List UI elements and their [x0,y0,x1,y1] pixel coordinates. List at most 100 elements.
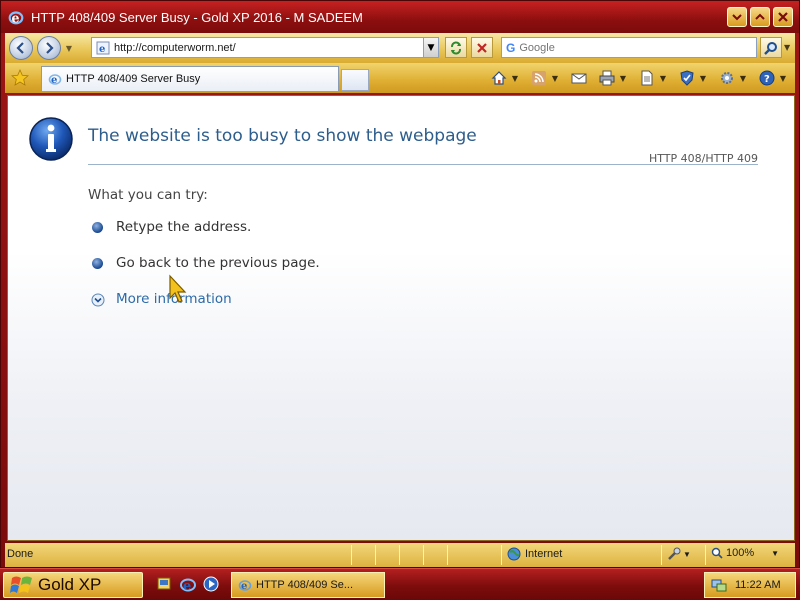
forward-button[interactable] [37,36,61,60]
title-bar[interactable]: e HTTP 408/409 Server Busy - Gold XP 201… [1,1,799,33]
windows-logo-icon [10,576,32,593]
taskbar-window-button[interactable]: e HTTP 408/409 Se... [231,572,385,598]
arrow-right-icon [46,42,54,54]
refresh-button[interactable] [445,37,467,58]
clock[interactable]: 11:22 AM [735,579,781,591]
tab-bar: e HTTP 408/409 Server Busy ▼ ▼ ▼ ▼ ▼ ▼ ?… [5,63,795,93]
print-button[interactable] [597,68,617,88]
mouse-cursor-icon [169,274,187,303]
maximize-icon [755,13,765,20]
print-dropdown[interactable]: ▼ [617,74,629,83]
svg-text:e: e [51,75,57,86]
taskbar: Gold XP e e HTTP 408/409 Se... 11:22 AM [0,568,800,600]
taskbar-window-label: HTTP 408/409 Se... [256,579,354,591]
page-menu-button[interactable] [637,68,657,88]
svg-text:e: e [183,579,191,593]
zoom-icon [711,547,723,559]
tab-active[interactable]: e HTTP 408/409 Server Busy [41,66,339,91]
search-options-dropdown[interactable]: ▼ [784,43,790,52]
address-dropdown[interactable]: ▼ [423,38,438,57]
page-icon [641,70,653,86]
svg-text:e: e [241,581,247,592]
google-icon: G [506,40,516,55]
new-tab-button[interactable] [341,69,369,91]
zoom-control[interactable]: 100% ▼ [711,547,779,559]
title-divider [88,164,758,165]
ie-page-icon: e [48,74,62,86]
ie-quicklaunch-icon[interactable]: e [179,575,197,593]
zone-label: Internet [525,548,563,560]
tab-label: HTTP 408/409 Server Busy [66,73,201,85]
safety-menu-button[interactable] [677,68,697,88]
start-button[interactable]: Gold XP [3,572,143,598]
rss-icon [532,71,546,85]
start-label: Gold XP [38,575,102,594]
magnifier-icon [764,41,777,55]
bullet-icon [92,222,103,233]
page-title: The website is too busy to show the webp… [88,126,477,146]
ie-icon: e [238,580,252,592]
show-desktop-icon[interactable] [156,575,174,593]
network-icon[interactable] [711,577,727,593]
printer-icon [599,70,615,86]
zoom-dropdown[interactable]: ▼ [771,549,779,558]
help-icon: ? [759,70,775,86]
safety-dropdown[interactable]: ▼ [697,74,709,83]
search-field[interactable]: G [501,37,757,58]
protected-mode-indicator[interactable]: ▼ [667,547,691,561]
address-url[interactable]: http://computerworm.net/ [114,42,423,54]
system-tray: 11:22 AM [704,572,796,598]
close-icon [778,12,788,22]
browser-window: e HTTP 408/409 Server Busy - Gold XP 201… [0,0,800,568]
zoom-level: 100% [726,547,755,559]
help-dropdown[interactable]: ▼ [777,74,789,83]
window-title: HTTP 408/409 Server Busy - Gold XP 2016 … [31,9,363,25]
info-icon [29,117,73,161]
svg-text:e: e [12,10,20,25]
security-zone[interactable]: Internet [507,547,562,561]
suggestion-item: Go back to the previous page. [116,255,320,271]
bullet-icon [92,258,103,269]
read-mail-button[interactable] [569,68,589,88]
search-input[interactable] [519,41,740,54]
command-bar: ▼ ▼ ▼ ▼ ▼ ▼ ? ▼ [489,68,789,88]
home-button[interactable] [489,68,509,88]
address-toolbar: ▼ e http://computerworm.net/ ▼ G Google … [5,33,795,63]
svg-text:?: ? [764,74,770,85]
recent-pages-dropdown[interactable]: ▼ [63,42,75,54]
chevron-down-icon[interactable] [91,293,105,307]
minimize-button[interactable] [727,7,747,27]
tools-icon [668,547,681,560]
maximize-button[interactable] [750,7,770,27]
help-button[interactable]: ? [757,68,777,88]
stop-button[interactable] [471,37,493,58]
globe-icon [507,547,521,561]
page-content: The website is too busy to show the webp… [7,95,795,541]
svg-text:e: e [99,44,105,55]
minimize-icon [732,14,742,21]
back-button[interactable] [9,36,33,60]
stop-icon [477,42,487,53]
search-button[interactable] [760,37,782,58]
suggestion-item: Retype the address. [116,219,252,235]
page-dropdown[interactable]: ▼ [657,74,669,83]
shield-icon [680,70,694,86]
favorites-star-icon[interactable] [11,69,29,87]
ie-icon: e [8,10,24,25]
try-heading: What you can try: [88,187,208,203]
status-bar: Done Internet ▼ 100% ▼ [5,543,795,567]
address-field[interactable]: e http://computerworm.net/ ▼ [91,37,439,58]
feeds-dropdown[interactable]: ▼ [549,74,561,83]
feeds-button[interactable] [529,68,549,88]
media-player-icon[interactable] [202,575,220,593]
tools-menu-button[interactable] [717,68,737,88]
mail-icon [571,73,587,84]
refresh-icon [451,41,461,54]
tools-dropdown[interactable]: ▼ [737,74,749,83]
home-dropdown[interactable]: ▼ [509,74,521,83]
arrow-left-icon [16,42,24,54]
status-text: Done [7,548,34,560]
ie-page-icon: e [96,41,110,55]
close-button[interactable] [773,7,793,27]
home-icon [491,71,507,85]
